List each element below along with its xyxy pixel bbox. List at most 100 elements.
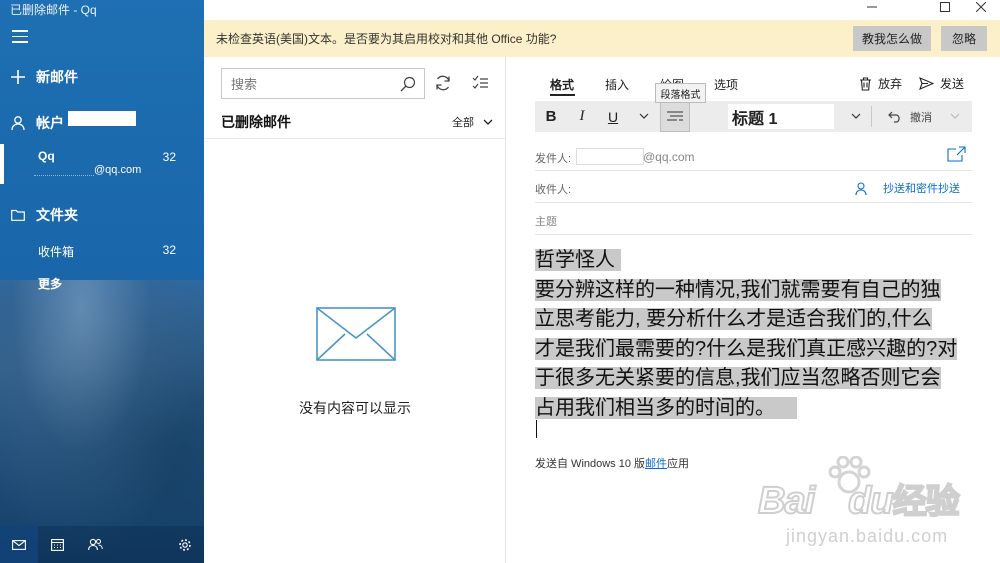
hamburger-menu-icon[interactable] <box>12 30 28 44</box>
sidebar: 已删除邮件 - Qq 新邮件 帐户 Qq 32 @qq.com 文件夹 收件箱 … <box>0 0 204 563</box>
text-caret <box>536 420 537 438</box>
font-options-dropdown[interactable] <box>633 101 655 132</box>
account-item-qq[interactable]: Qq 32 @qq.com <box>0 146 204 184</box>
person-icon <box>855 181 867 195</box>
redacted-from-address <box>576 148 644 165</box>
minimize-button[interactable] <box>849 0 895 14</box>
maximize-icon <box>940 2 950 12</box>
cc-bcc-link[interactable]: 抄送和密件抄送 <box>855 180 960 196</box>
signature-prefix: 发送自 Windows 10 版 <box>535 458 646 470</box>
folders-header[interactable]: 文件夹 <box>0 204 204 226</box>
proofing-info-bar: 未检查英语(美国)文本。是否要为其启用校对和其他 Office 功能? 教我怎么… <box>204 20 1000 57</box>
watermark-cn: 经验 <box>892 482 961 522</box>
search-icon[interactable] <box>400 76 416 92</box>
style-picker[interactable]: 标题 1 <box>728 104 834 129</box>
tab-insert[interactable]: 插入 <box>605 76 629 93</box>
inbox-count: 32 <box>162 243 176 257</box>
body-line: 要分辨这样的一种情况,我们就需要有自己的独 <box>535 278 941 301</box>
proofing-message: 未检查英语(美国)文本。是否要为其启用校对和其他 Office 功能? <box>216 32 557 46</box>
account-count: 32 <box>162 150 176 164</box>
undo-label: 撤消 <box>910 111 932 124</box>
signature-suffix: 应用 <box>667 458 690 470</box>
tab-options[interactable]: 选项 <box>714 76 738 93</box>
calendar-switch-button[interactable] <box>38 526 76 563</box>
sync-icon <box>436 75 450 91</box>
search-input[interactable]: 搜索 <box>221 68 425 99</box>
message-body[interactable]: 哲学怪人 要分辨这样的一种情况,我们就需要有自己的独 立思考能力, 要分析什么才… <box>535 246 975 423</box>
signature-link[interactable]: 邮件 <box>645 458 667 470</box>
selection-mode-button[interactable] <box>472 75 489 96</box>
subject-divider <box>535 234 972 235</box>
to-label: 收件人: <box>535 184 572 196</box>
minimize-icon <box>867 6 877 8</box>
chevron-down-icon <box>950 113 960 119</box>
watermark-brand-suffix: du <box>847 479 894 523</box>
popout-icon[interactable] <box>947 146 966 162</box>
cc-bcc-label: 抄送和密件抄送 <box>883 183 960 195</box>
to-divider <box>535 202 972 203</box>
mail-icon <box>12 539 26 550</box>
folder-item-inbox[interactable]: 收件箱 32 <box>0 240 204 260</box>
close-button[interactable] <box>958 0 1000 14</box>
teach-me-button[interactable]: 教我怎么做 <box>853 26 931 51</box>
style-dropdown[interactable] <box>846 101 866 132</box>
paragraph-format-button[interactable] <box>660 101 690 132</box>
send-button[interactable]: 发送 <box>919 75 964 92</box>
window-title: 已删除邮件 - Qq <box>10 3 97 17</box>
bold-button[interactable]: B <box>539 101 563 132</box>
underline-button[interactable]: U <box>601 101 625 132</box>
checklist-icon <box>472 75 488 89</box>
empty-message: 没有内容可以显示 <box>299 400 411 416</box>
accounts-header[interactable]: 帐户 <box>0 110 204 134</box>
plus-icon <box>0 70 36 84</box>
tab-format[interactable]: 格式 <box>550 76 574 93</box>
account-email-suffix: @qq.com <box>94 164 142 176</box>
empty-envelope-icon <box>316 307 396 361</box>
baidu-watermark: Bai du经验 jingyan.baidu.com <box>757 456 998 561</box>
more-label: 更多 <box>38 277 63 291</box>
inbox-label: 收件箱 <box>38 245 75 259</box>
folder-icon <box>0 209 36 221</box>
trash-icon <box>860 76 871 91</box>
paragraph-format-tooltip: 段落格式 <box>655 83 706 103</box>
paragraph-icon <box>667 110 683 121</box>
chevron-down-icon <box>483 119 493 125</box>
sidebar-background <box>0 280 204 563</box>
body-line: 立思考能力, 要分析什么才是适合我们的,什么 <box>535 308 932 330</box>
people-switch-button[interactable] <box>76 526 114 563</box>
from-divider <box>535 170 972 171</box>
folder-item-more[interactable]: 更多 <box>0 272 204 292</box>
toolbar-divider <box>871 106 872 127</box>
body-line: 于很多无关紧要的信息,我们应当忽略否则它会 <box>535 367 941 389</box>
undo-dropdown[interactable] <box>947 101 963 132</box>
undo-button[interactable]: 撤消 <box>880 101 940 132</box>
from-suffix: @qq.com <box>643 150 695 164</box>
sidebar-bottom-bar <box>0 526 204 563</box>
filter-label: 全部 <box>452 117 474 129</box>
list-divider <box>204 138 506 139</box>
subject-input[interactable]: 主题 <box>535 213 557 229</box>
watermark-url: jingyan.baidu.com <box>786 526 949 546</box>
send-label: 发送 <box>940 77 965 91</box>
mail-switch-button[interactable] <box>0 526 38 563</box>
body-line: 才是我们最需要的?什么是我们真正感兴趣的?对 <box>535 337 958 360</box>
sync-button[interactable] <box>434 74 452 97</box>
ignore-button[interactable]: 忽略 <box>941 26 987 51</box>
from-label: 发件人: <box>535 153 572 165</box>
folder-title: 已删除邮件 <box>221 114 291 130</box>
people-icon <box>87 538 103 551</box>
body-line: 占用我们相当多的时间的。 <box>535 396 775 419</box>
search-placeholder: 搜索 <box>231 77 258 92</box>
italic-button[interactable]: I <box>570 101 594 132</box>
message-list-pane: 搜索 已删除邮件 全部 没有内容可以显示 <box>204 57 506 563</box>
new-mail-button[interactable]: 新邮件 <box>0 66 204 88</box>
signature: 发送自 Windows 10 版邮件应用 <box>535 455 689 471</box>
filter-dropdown[interactable]: 全部 <box>452 114 493 130</box>
settings-button[interactable] <box>166 526 204 563</box>
format-toolbar: B I U 标题 1 撤消 <box>535 101 972 132</box>
account-name: Qq <box>38 149 55 163</box>
close-icon <box>976 2 986 12</box>
undo-icon <box>888 111 900 123</box>
discard-button[interactable]: 放弃 <box>859 75 902 92</box>
chevron-down-icon <box>851 113 861 119</box>
